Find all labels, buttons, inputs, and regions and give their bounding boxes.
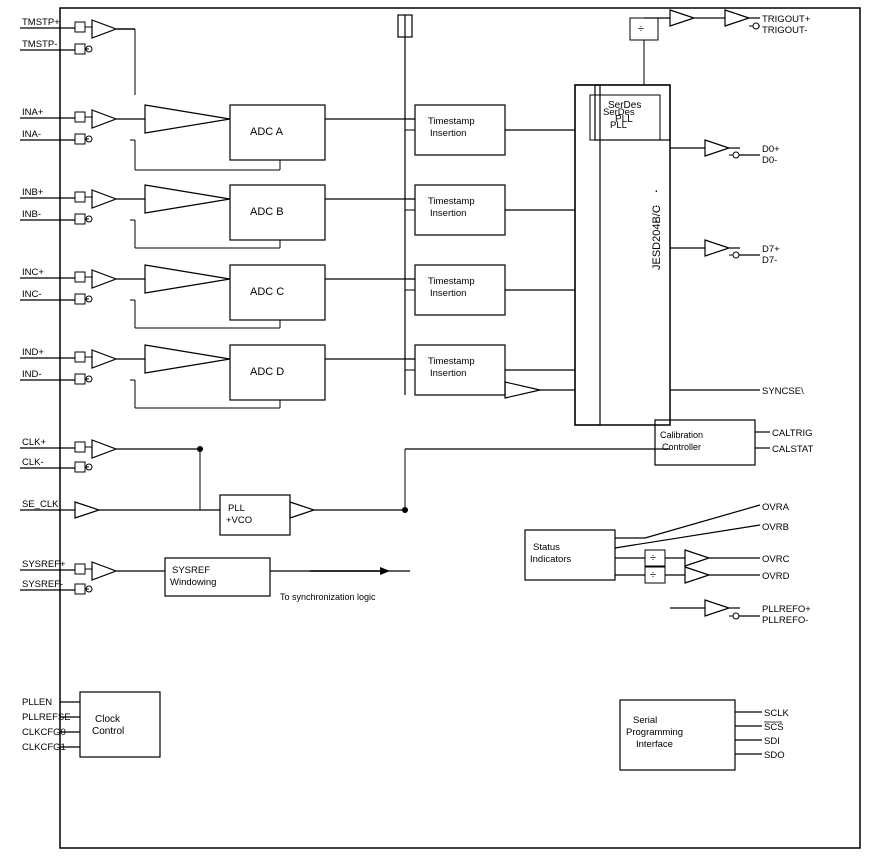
svg-text:·: · — [654, 197, 659, 213]
sysref-windowing-label: SYSREF — [172, 565, 210, 576]
svg-text:TRIGOUT-: TRIGOUT- — [762, 25, 807, 36]
svg-text:PLLEN: PLLEN — [22, 697, 52, 708]
serial-prog-label: Serial — [633, 715, 657, 726]
svg-text:CALSTAT: CALSTAT — [772, 444, 814, 455]
svg-text:PLL: PLL — [610, 120, 627, 131]
svg-text:OVRC: OVRC — [762, 554, 790, 565]
svg-text:PLLREFO-: PLLREFO- — [762, 615, 808, 626]
svg-text:÷: ÷ — [650, 552, 656, 564]
status-indicators-label: Status — [533, 542, 560, 553]
svg-text:Insertion: Insertion — [430, 208, 466, 219]
svg-text:÷: ÷ — [650, 569, 656, 581]
svg-text:CLK+: CLK+ — [22, 437, 46, 448]
calibration-label: Calibration — [660, 430, 703, 440]
svg-text:SE_CLK: SE_CLK — [22, 499, 59, 510]
svg-text:Control: Control — [92, 726, 124, 737]
svg-text:D7-: D7- — [762, 255, 777, 266]
adc-d-label: ADC D — [250, 366, 284, 378]
svg-text:D0-: D0- — [762, 155, 777, 166]
svg-text:INC+: INC+ — [22, 267, 44, 278]
svg-text:Controller: Controller — [662, 442, 701, 452]
adc-a-label: ADC A — [250, 126, 284, 138]
svg-text:Insertion: Insertion — [430, 368, 466, 379]
svg-text:OVRD: OVRD — [762, 571, 790, 582]
svg-text:TRIGOUT+: TRIGOUT+ — [762, 14, 811, 25]
svg-text:Interface: Interface — [636, 739, 673, 750]
svg-text:SDI: SDI — [764, 736, 780, 747]
timestamp3-label: Timestamp — [428, 276, 475, 287]
svg-text:OVRB: OVRB — [762, 522, 789, 533]
svg-text:+VCO: +VCO — [226, 515, 252, 526]
diagram-container: TMSTP+ TMSTP- INA+ INA- ADC A INB+ INB- — [0, 0, 890, 860]
svg-text:CLKCFG0: CLKCFG0 — [22, 727, 66, 738]
svg-text:INA-: INA- — [22, 129, 41, 140]
svg-text:PLL: PLL — [228, 503, 245, 514]
adc-b-label: ADC B — [250, 206, 284, 218]
svg-text:To synchronization logic: To synchronization logic — [280, 592, 376, 602]
svg-text:SerDes: SerDes — [603, 107, 635, 118]
block-diagram-svg: TMSTP+ TMSTP- INA+ INA- ADC A INB+ INB- — [0, 0, 890, 860]
svg-text:CALTRIG: CALTRIG — [772, 428, 812, 439]
timestamp2-label: Timestamp — [428, 196, 475, 207]
svg-text:÷: ÷ — [638, 23, 644, 35]
svg-text:Windowing: Windowing — [170, 577, 216, 588]
svg-text:Insertion: Insertion — [430, 128, 466, 139]
svg-text:SDO: SDO — [764, 750, 785, 761]
svg-text:·: · — [654, 182, 659, 198]
svg-text:CLK-: CLK- — [22, 457, 44, 468]
svg-text:SYNCSE\: SYNCSE\ — [762, 386, 804, 397]
clock-control-label: Clock — [95, 714, 121, 725]
svg-text:Indicators: Indicators — [530, 554, 571, 565]
svg-text:SYSREF-: SYSREF- — [22, 579, 63, 590]
svg-text:TMSTP+: TMSTP+ — [22, 17, 60, 28]
svg-text:Insertion: Insertion — [430, 288, 466, 299]
svg-text:INB+: INB+ — [22, 187, 44, 198]
svg-text:SCS: SCS — [764, 722, 784, 733]
svg-text:TMSTP-: TMSTP- — [22, 39, 57, 50]
timestamp1-label: Timestamp — [428, 116, 475, 127]
svg-text:D7+: D7+ — [762, 244, 780, 255]
adc-c-label: ADC C — [250, 286, 284, 298]
svg-text:INC-: INC- — [22, 289, 42, 300]
timestamp4-label: Timestamp — [428, 356, 475, 367]
svg-text:Programming: Programming — [626, 727, 683, 738]
svg-text:SYSREF+: SYSREF+ — [22, 559, 66, 570]
svg-text:PLLREFO+: PLLREFO+ — [762, 604, 811, 615]
svg-text:D0+: D0+ — [762, 144, 780, 155]
svg-text:OVRA: OVRA — [762, 502, 790, 513]
svg-text:INB-: INB- — [22, 209, 41, 220]
svg-text:·: · — [654, 212, 659, 228]
svg-text:IND-: IND- — [22, 369, 42, 380]
svg-text:SCLK: SCLK — [764, 708, 789, 719]
svg-text:IND+: IND+ — [22, 347, 44, 358]
svg-text:CLKCFG1: CLKCFG1 — [22, 742, 66, 753]
svg-text:INA+: INA+ — [22, 107, 44, 118]
